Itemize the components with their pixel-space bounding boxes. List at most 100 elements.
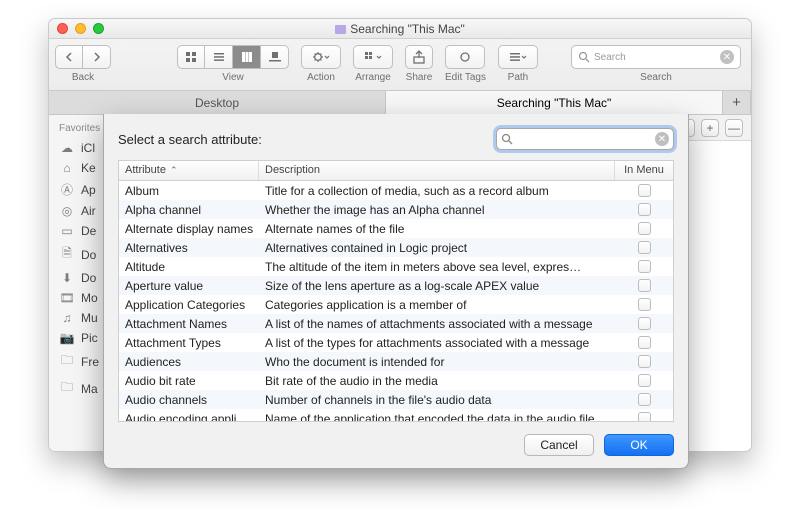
attr-desc: Alternate names of the file: [259, 219, 615, 238]
tags-group: Edit Tags: [445, 45, 486, 83]
attr-desc: Categories application is a member of: [259, 295, 615, 314]
view-label: View: [222, 72, 244, 83]
table-row[interactable]: AudiencesWho the document is intended fo…: [119, 352, 673, 371]
inmenu-checkbox[interactable]: [638, 412, 651, 421]
sidebar-item-label: Ap: [81, 183, 96, 197]
action-group: Action: [301, 45, 341, 83]
folder-icon: [335, 25, 346, 34]
view-list-button[interactable]: [205, 45, 233, 69]
clear-search-icon[interactable]: ✕: [655, 132, 669, 146]
table-row[interactable]: Attachment NamesA list of the names of a…: [119, 314, 673, 333]
attr-name: Audio encoding appli…: [119, 409, 259, 421]
table-row[interactable]: Alternate display namesAlternate names o…: [119, 219, 673, 238]
table-row[interactable]: Alpha channelWhether the image has an Al…: [119, 200, 673, 219]
attr-name: Album: [119, 181, 259, 200]
minimize-window-button[interactable]: [75, 23, 86, 34]
table-row[interactable]: Audio encoding appli…Name of the applica…: [119, 409, 673, 421]
path-label: Path: [508, 72, 529, 83]
attr-desc: Number of channels in the file's audio d…: [259, 390, 615, 409]
view-icon-button[interactable]: [177, 45, 205, 69]
sidebar-item-label: Mu: [81, 311, 98, 325]
toolbar-search-placeholder: Search: [594, 52, 626, 63]
sidebar-item-label: De: [81, 224, 96, 238]
doc-icon: 🗎: [59, 244, 75, 265]
table-row[interactable]: Audio bit rateBit rate of the audio in t…: [119, 371, 673, 390]
path-button[interactable]: [498, 45, 538, 69]
view-coverflow-button[interactable]: [261, 45, 289, 69]
inmenu-checkbox[interactable]: [638, 298, 651, 311]
sort-asc-icon: ⌃: [170, 165, 178, 176]
sidebar-item-label: Do: [81, 248, 96, 262]
col-attribute-header[interactable]: Attribute⌃: [119, 161, 259, 180]
arrange-label: Arrange: [355, 72, 391, 83]
arrange-button[interactable]: [353, 45, 393, 69]
apps-icon: Ⓐ: [59, 181, 75, 198]
table-row[interactable]: Aperture valueSize of the lens aperture …: [119, 276, 673, 295]
attr-inmenu: [615, 391, 673, 409]
cloud-icon: ☁︎: [59, 141, 75, 155]
col-inmenu-header[interactable]: In Menu: [615, 161, 673, 180]
sheet-footer: Cancel OK: [118, 434, 674, 456]
inmenu-checkbox[interactable]: [638, 355, 651, 368]
inmenu-checkbox[interactable]: [638, 184, 651, 197]
attr-name: Altitude: [119, 257, 259, 276]
inmenu-checkbox[interactable]: [638, 374, 651, 387]
arrange-group: Arrange: [353, 45, 393, 83]
search-label: Search: [640, 72, 672, 83]
window-title: Searching "This Mac": [49, 19, 751, 39]
attr-name: Alternatives: [119, 238, 259, 257]
attr-inmenu: [615, 334, 673, 352]
inmenu-checkbox[interactable]: [638, 260, 651, 273]
sidebar-item-label: iCl: [81, 141, 95, 155]
inmenu-checkbox[interactable]: [638, 279, 651, 292]
tab-desktop[interactable]: Desktop: [49, 91, 386, 114]
tab-searching-this-mac[interactable]: Searching "This Mac": [386, 91, 723, 114]
attr-desc: The altitude of the item in meters above…: [259, 257, 615, 276]
sidebar-item-label: Air: [81, 204, 96, 218]
tab-bar: Desktop Searching "This Mac" +: [49, 91, 751, 115]
clear-search-icon[interactable]: ✕: [720, 50, 734, 64]
table-header: Attribute⌃ Description In Menu: [119, 161, 673, 181]
table-row[interactable]: Audio channelsNumber of channels in the …: [119, 390, 673, 409]
back-label: Back: [72, 72, 94, 83]
inmenu-checkbox[interactable]: [638, 222, 651, 235]
toolbar-search-input[interactable]: Search ✕: [571, 45, 741, 69]
attr-desc: Alternatives contained in Logic project: [259, 238, 615, 257]
attr-inmenu: [615, 296, 673, 314]
inmenu-checkbox[interactable]: [638, 336, 651, 349]
col-description-header[interactable]: Description: [259, 161, 615, 180]
back-button[interactable]: [55, 45, 83, 69]
table-row[interactable]: AltitudeThe altitude of the item in mete…: [119, 257, 673, 276]
table-row[interactable]: AlbumTitle for a collection of media, su…: [119, 181, 673, 200]
attr-inmenu: [615, 239, 673, 257]
add-rule-button[interactable]: +: [701, 119, 719, 137]
edit-tags-button[interactable]: [445, 45, 485, 69]
inmenu-checkbox[interactable]: [638, 203, 651, 216]
attr-inmenu: [615, 182, 673, 200]
remove-rule-button[interactable]: —: [725, 119, 743, 137]
table-row[interactable]: AlternativesAlternatives contained in Lo…: [119, 238, 673, 257]
forward-button[interactable]: [83, 45, 111, 69]
sheet-search-input[interactable]: ✕: [496, 128, 674, 150]
zoom-window-button[interactable]: [93, 23, 104, 34]
action-button[interactable]: [301, 45, 341, 69]
share-button[interactable]: [405, 45, 433, 69]
attr-desc: Name of the application that encoded the…: [259, 409, 615, 421]
attr-inmenu: [615, 353, 673, 371]
tab-add-button[interactable]: +: [723, 91, 751, 114]
view-column-button[interactable]: [233, 45, 261, 69]
attr-inmenu: [615, 201, 673, 219]
close-window-button[interactable]: [57, 23, 68, 34]
search-icon: [578, 51, 590, 63]
table-row[interactable]: Attachment TypesA list of the types for …: [119, 333, 673, 352]
attr-inmenu: [615, 410, 673, 422]
inmenu-checkbox[interactable]: [638, 393, 651, 406]
sidebar-item-label: Pic: [81, 331, 98, 345]
cancel-button[interactable]: Cancel: [524, 434, 594, 456]
table-row[interactable]: Application CategoriesCategories applica…: [119, 295, 673, 314]
inmenu-checkbox[interactable]: [638, 317, 651, 330]
ok-button[interactable]: OK: [604, 434, 674, 456]
inmenu-checkbox[interactable]: [638, 241, 651, 254]
attr-inmenu: [615, 372, 673, 390]
attr-name: Alpha channel: [119, 200, 259, 219]
